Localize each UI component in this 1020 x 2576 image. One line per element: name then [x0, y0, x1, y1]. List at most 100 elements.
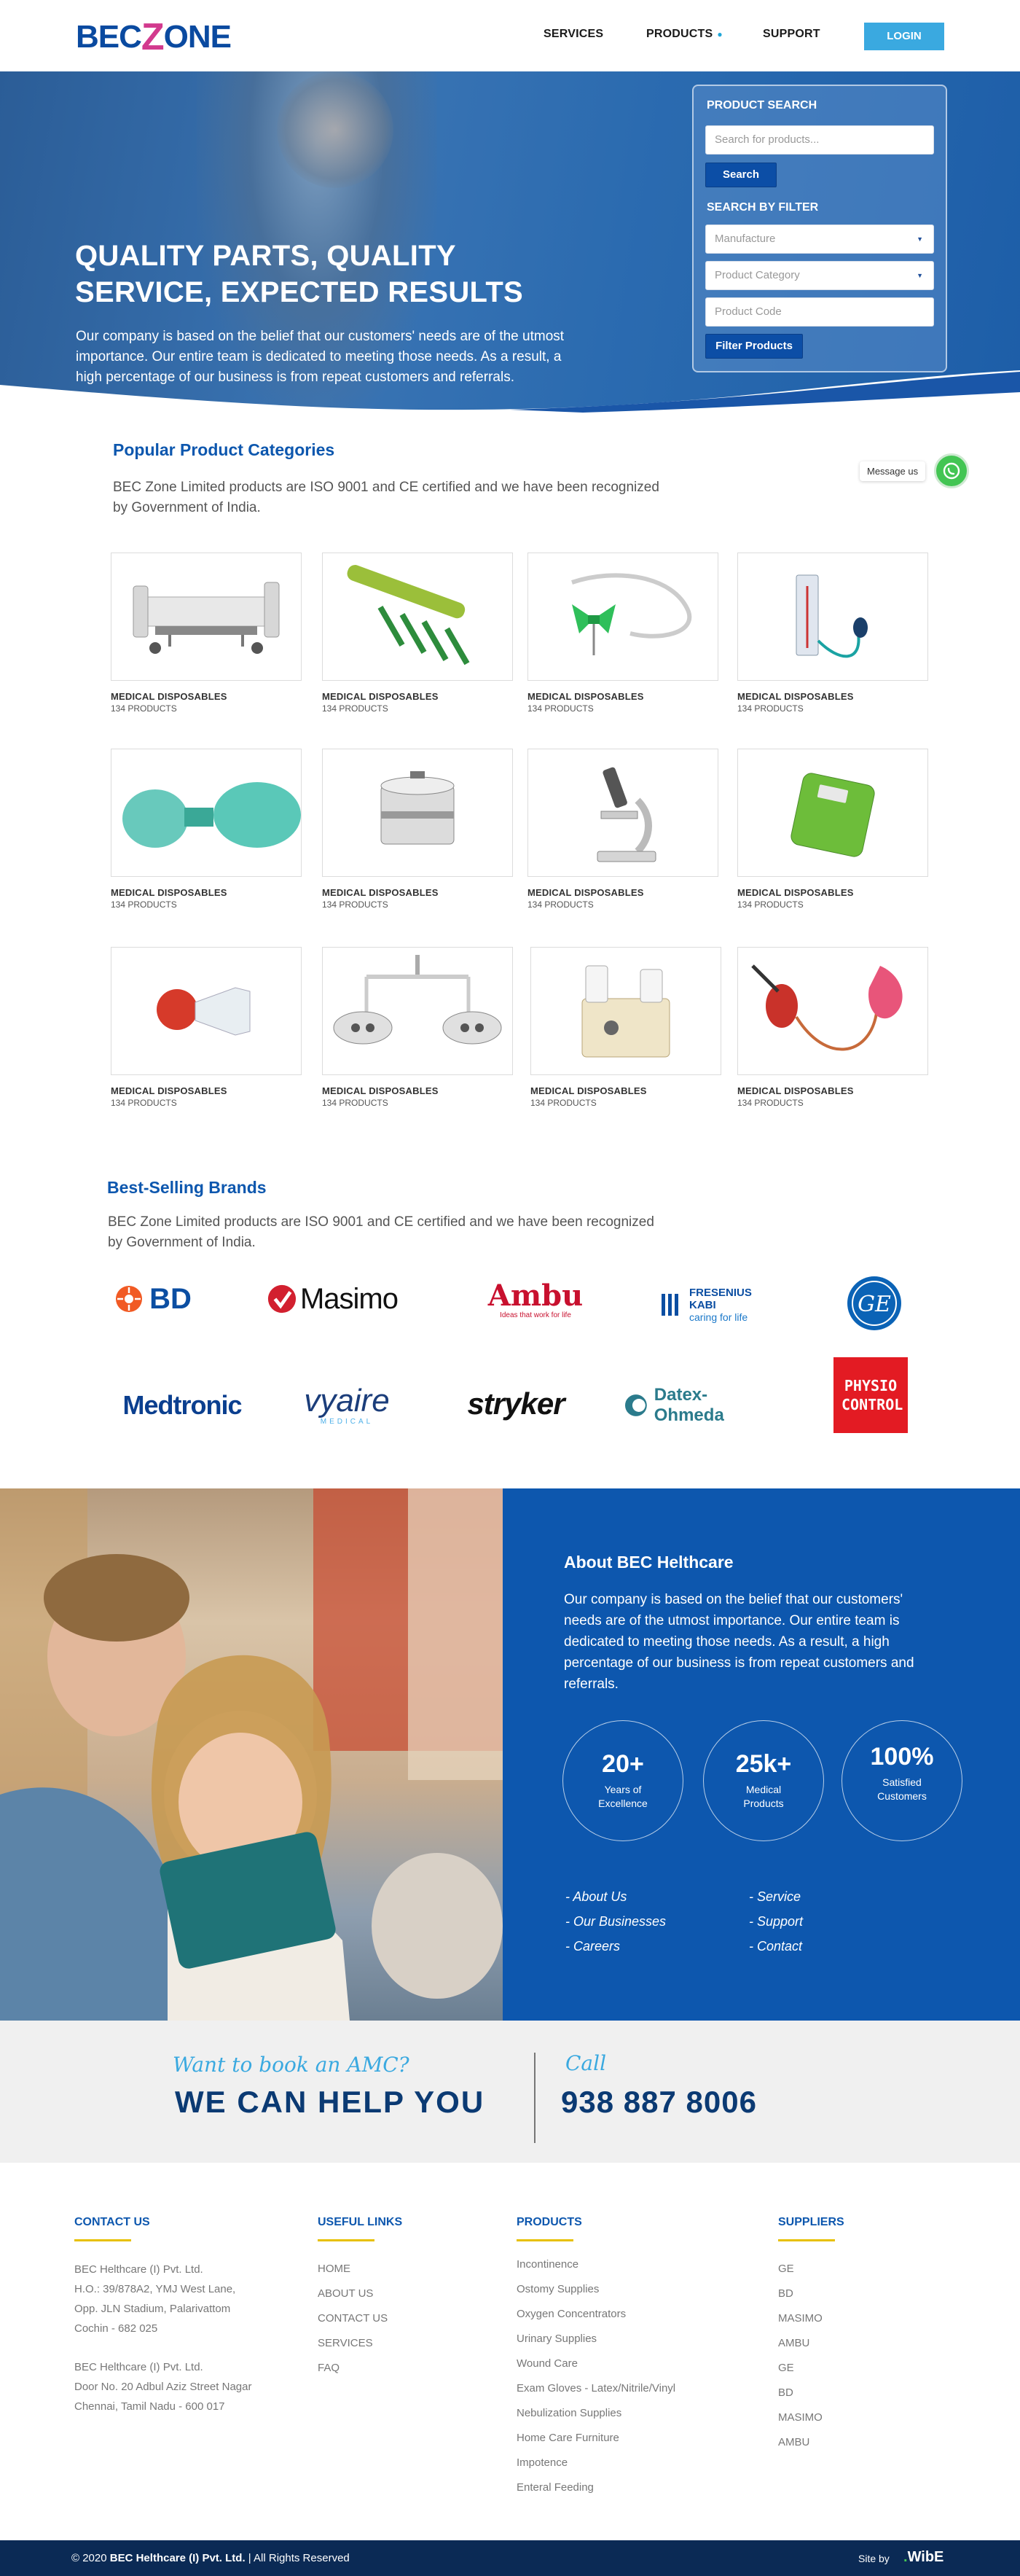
brand-datex-ohmeda-logo[interactable]: Datex-Ohmeda	[624, 1385, 777, 1426]
footer-product-link[interactable]: Home Care Furniture	[517, 2426, 675, 2451]
sterilizer-drum-icon	[322, 749, 513, 877]
brand-bd-logo[interactable]: BD	[109, 1277, 197, 1321]
caret-down-icon: ▼	[917, 235, 923, 243]
brands-title: Best-Selling Brands	[107, 1178, 267, 1197]
footer-link-services[interactable]: SERVICES	[318, 2331, 388, 2356]
footer-product-link[interactable]: Exam Gloves - Latex/Nitrile/Vinyl	[517, 2376, 675, 2401]
link-about-us[interactable]: - About Us	[565, 1889, 627, 1905]
link-contact[interactable]: - Contact	[749, 1939, 802, 1954]
footer-link-home[interactable]: HOME	[318, 2257, 388, 2282]
stat-products: 25k+ Medical Products	[703, 1720, 824, 1841]
footer-products-heading: PRODUCTS	[517, 2216, 582, 2241]
site-header: BEC Z ONE SERVICES PRODUCTS ● SUPPORT LOG…	[0, 0, 1020, 71]
brand-ambu-logo[interactable]: Ambu Ideas that work for life	[466, 1277, 605, 1322]
popular-categories-title: Popular Product Categories	[113, 440, 335, 459]
login-button[interactable]: LOGIN	[864, 23, 944, 50]
footer-supplier-link[interactable]: GE	[778, 2257, 823, 2282]
copyright-text: © 2020 BEC Helthcare (I) Pvt. Ltd. | All…	[71, 2552, 350, 2564]
footer-supplier-link[interactable]: BD	[778, 2282, 823, 2306]
brand-masimo-logo[interactable]: Masimo	[267, 1277, 399, 1321]
copyright-bar: © 2020 BEC Helthcare (I) Pvt. Ltd. | All…	[0, 2540, 1020, 2576]
filter-products-button[interactable]: Filter Products	[705, 334, 803, 359]
footer-link-faq[interactable]: FAQ	[318, 2356, 388, 2381]
category-card[interactable]: MEDICAL DISPOSABLES 134 PRODUCTS	[530, 947, 721, 1108]
footer-suppliers-heading: SUPPLIERS	[778, 2216, 844, 2241]
brand-physio-control-logo[interactable]: PHYSIO CONTROL	[833, 1357, 908, 1433]
brand-medtronic-logo[interactable]: Medtronic	[109, 1385, 255, 1426]
link-support[interactable]: - Support	[749, 1914, 803, 1929]
category-card[interactable]: MEDICAL DISPOSABLES 134 PRODUCTS	[322, 749, 513, 910]
category-card[interactable]: MEDICAL DISPOSABLES 134 PRODUCTS	[111, 749, 302, 910]
footer-product-link[interactable]: Oxygen Concentrators	[517, 2302, 675, 2327]
footer-product-link[interactable]: Urinary Supplies	[517, 2327, 675, 2351]
search-input[interactable]: Search for products...	[705, 125, 934, 155]
hospital-bed-icon	[111, 553, 302, 681]
nav-products[interactable]: PRODUCTS ●	[646, 28, 723, 41]
category-card[interactable]: MEDICAL DISPOSABLES 134 PRODUCTS	[737, 749, 928, 910]
stat-years: 20+ Years of Excellence	[562, 1720, 683, 1841]
bec-zone-logo[interactable]: BEC Z ONE	[76, 16, 232, 58]
amc-question: Want to book an AMC?	[173, 2053, 409, 2077]
whatsapp-widget[interactable]: Message us	[860, 453, 970, 488]
logo-cart-z: Z	[141, 16, 165, 58]
footer-supplier-link[interactable]: AMBU	[778, 2331, 823, 2356]
category-card[interactable]: MEDICAL DISPOSABLES 134 PRODUCTS	[322, 553, 513, 714]
footer-contact-heading: CONTACT US	[74, 2216, 150, 2241]
search-button[interactable]: Search	[705, 163, 777, 187]
whatsapp-icon[interactable]	[934, 453, 970, 488]
footer-supplier-link[interactable]: MASIMO	[778, 2405, 823, 2430]
link-service[interactable]: - Service	[749, 1889, 801, 1905]
footer-supplier-link[interactable]: MASIMO	[778, 2306, 823, 2331]
footer-link-about[interactable]: ABOUT US	[318, 2282, 388, 2306]
category-select[interactable]: Product Category ▼	[705, 261, 934, 290]
category-card[interactable]: MEDICAL DISPOSABLES 134 PRODUCTS	[737, 947, 928, 1108]
about-panel: About BEC Helthcare Our company is based…	[503, 1488, 1020, 2021]
weighing-scale-icon	[737, 749, 928, 877]
footer-product-link[interactable]: Ostomy Supplies	[517, 2277, 675, 2302]
footer-supplier-link[interactable]: AMBU	[778, 2430, 823, 2455]
masimo-check-icon	[267, 1284, 297, 1314]
hero-title: QUALITY PARTS, QUALITY SERVICE, EXPECTED…	[75, 240, 524, 308]
brand-fresenius-logo[interactable]: FRESENIUS KABI caring for life	[660, 1283, 777, 1327]
footer-supplier-link[interactable]: GE	[778, 2356, 823, 2381]
about-text: Our company is based on the belief that …	[564, 1592, 914, 1692]
footer-link-contact[interactable]: CONTACT US	[318, 2306, 388, 2331]
amc-call-label: Call	[565, 2051, 607, 2075]
category-card[interactable]: MEDICAL DISPOSABLES 134 PRODUCTS	[737, 553, 928, 714]
product-code-input[interactable]: Product Code	[705, 297, 934, 327]
footer-product-link[interactable]: Incontinence	[517, 2252, 675, 2277]
sphygmomanometer-icon	[737, 553, 928, 681]
link-careers[interactable]: - Careers	[565, 1939, 620, 1954]
enema-kit-icon	[737, 947, 928, 1075]
brand-stryker-logo[interactable]: stryker	[449, 1382, 583, 1426]
category-card[interactable]: MEDICAL DISPOSABLES 134 PRODUCTS	[527, 749, 718, 910]
hero-description: Our company is based on the belief that …	[76, 329, 565, 385]
category-card[interactable]: MEDICAL DISPOSABLES 134 PRODUCTS	[322, 947, 513, 1108]
amc-phone-number[interactable]: 938 887 8006	[561, 2085, 757, 2120]
filter-heading: SEARCH BY FILTER	[707, 201, 819, 214]
category-card[interactable]: MEDICAL DISPOSABLES 134 PRODUCTS	[111, 947, 302, 1108]
caret-down-icon: ▼	[917, 272, 923, 279]
wibe-logo[interactable]: .WibE	[903, 2549, 944, 2566]
footer-product-link[interactable]: Wound Care	[517, 2351, 675, 2376]
manufacture-select[interactable]: Manufacture ▼	[705, 225, 934, 254]
popular-categories-desc: BEC Zone Limited products are ISO 9001 a…	[113, 480, 659, 515]
category-card[interactable]: MEDICAL DISPOSABLES 134 PRODUCTS	[111, 553, 302, 714]
family-photo	[0, 1488, 503, 2021]
footer-address-chennai: BEC Helthcare (I) Pvt. Ltd. Door No. 20 …	[74, 2361, 252, 2413]
amc-divider	[534, 2053, 536, 2143]
footer-product-link[interactable]: Impotence	[517, 2451, 675, 2475]
fresenius-bars-icon	[662, 1294, 678, 1316]
footer-address-cochin: BEC Helthcare (I) Pvt. Ltd. H.O.: 39/878…	[74, 2263, 236, 2335]
footer-useful-links-heading: USEFUL LINKS	[318, 2216, 403, 2241]
footer-product-link[interactable]: Enteral Feeding	[517, 2475, 675, 2500]
category-card[interactable]: MEDICAL DISPOSABLES 134 PRODUCTS	[527, 553, 718, 714]
nav-support[interactable]: SUPPORT	[763, 28, 820, 41]
footer-products-list: Incontinence Ostomy Supplies Oxygen Conc…	[517, 2252, 675, 2500]
nav-services[interactable]: SERVICES	[544, 28, 603, 41]
brand-ge-logo[interactable]: GE	[845, 1274, 903, 1332]
brand-vyaire-logo[interactable]: vyaire MEDICAL	[289, 1379, 405, 1430]
link-our-businesses[interactable]: - Our Businesses	[565, 1914, 666, 1929]
footer-product-link[interactable]: Nebulization Supplies	[517, 2401, 675, 2426]
footer-supplier-link[interactable]: BD	[778, 2381, 823, 2405]
